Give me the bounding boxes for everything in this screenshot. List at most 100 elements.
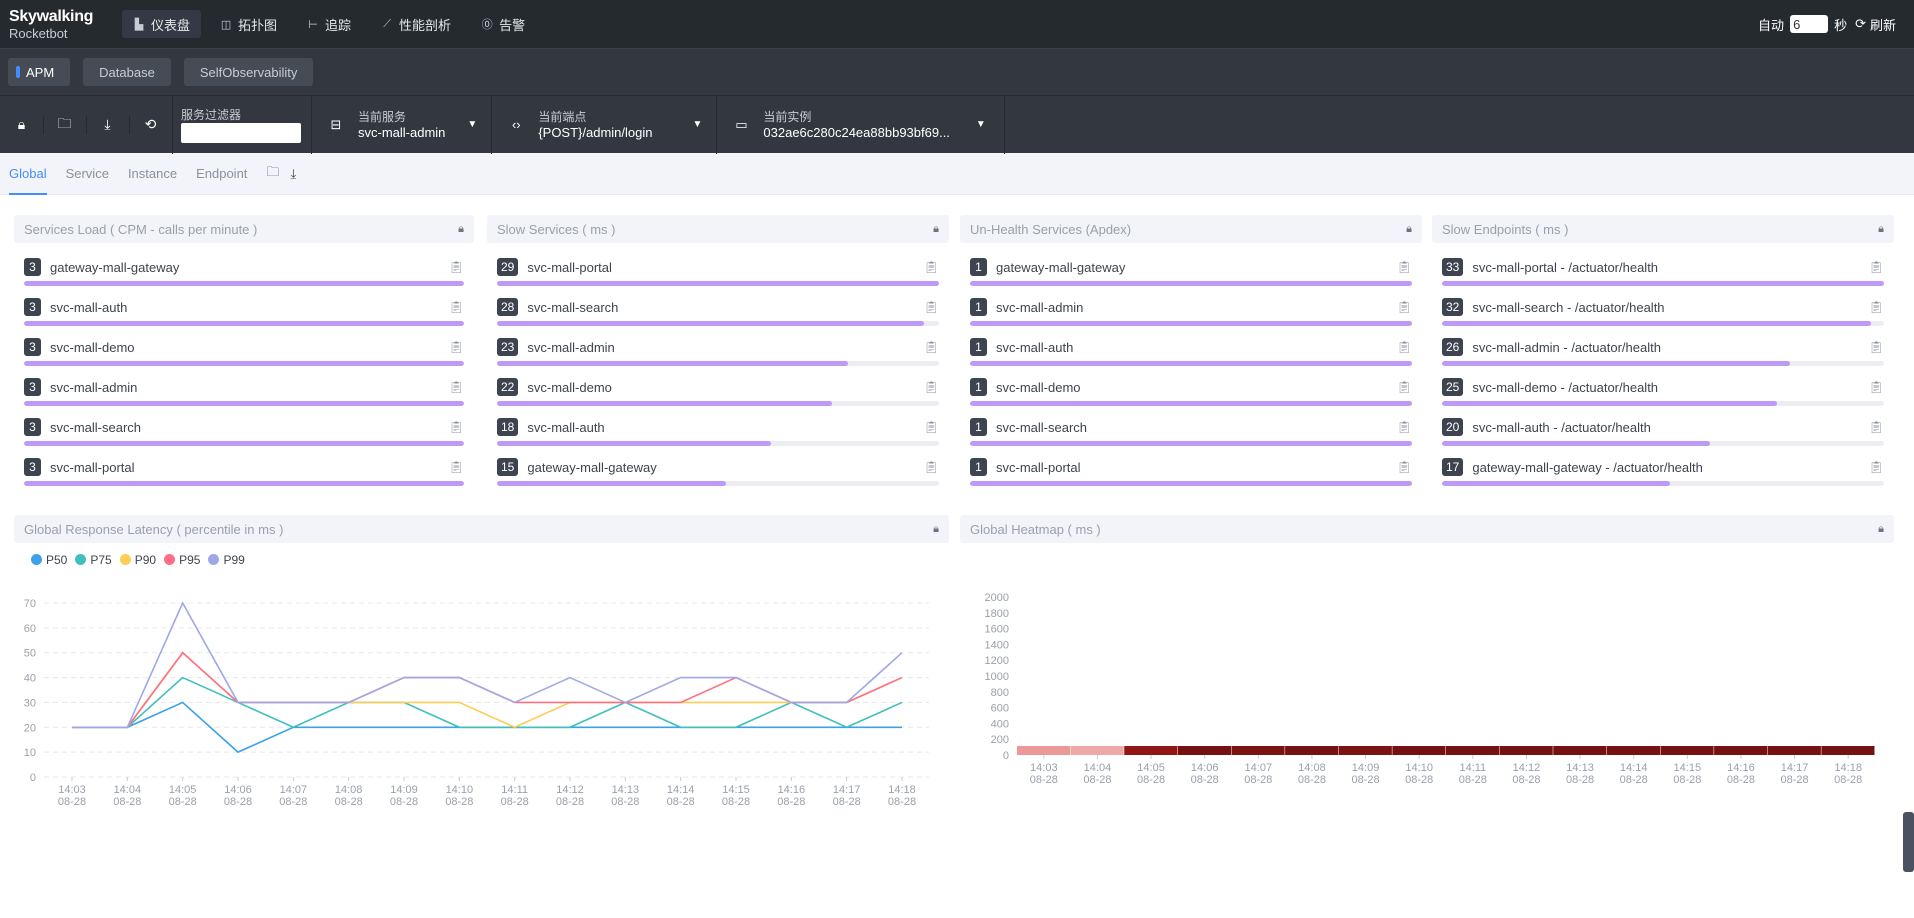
lock-icon[interactable]: 🔒︎ (1878, 523, 1884, 536)
clipboard-icon[interactable]: 📋︎ (449, 380, 464, 394)
clipboard-icon[interactable]: 📋︎ (449, 460, 464, 474)
list-item[interactable]: 1 gateway-mall-gateway 📋︎ (960, 249, 1422, 289)
list-item[interactable]: 3 svc-mall-demo 📋︎ (14, 329, 474, 369)
list-item[interactable]: 33 svc-mall-portal - /actuator/health 📋︎ (1432, 249, 1894, 289)
nav-item-3[interactable]: ⟋ 性能剖析 (370, 10, 462, 38)
folder-icon[interactable]: 🗀 (266, 163, 279, 185)
clipboard-icon[interactable]: 📋︎ (449, 260, 464, 274)
heatmap-cell[interactable] (1285, 746, 1339, 755)
clipboard-icon[interactable]: 📋︎ (924, 460, 939, 474)
clipboard-icon[interactable]: 📋︎ (1397, 260, 1412, 274)
nav-item-2[interactable]: ⊢ 追踪 (296, 10, 362, 38)
heatmap-cell[interactable] (1017, 746, 1071, 755)
list-item[interactable]: 23 svc-mall-admin 📋︎ (487, 329, 949, 369)
endpoint-selector[interactable]: ‹› 当前端点 {POST}/admin/login ▼ (491, 95, 716, 154)
clipboard-icon[interactable]: 📋︎ (924, 340, 939, 354)
refresh-interval-input[interactable] (1790, 15, 1829, 33)
list-item[interactable]: 28 svc-mall-search 📋︎ (487, 289, 949, 329)
list-item[interactable]: 20 svc-mall-auth - /actuator/health 📋︎ (1432, 409, 1894, 449)
legend-item[interactable]: P90 (119, 553, 156, 567)
refresh-button[interactable]: ⟳ 刷新 (1855, 15, 1896, 34)
export-button[interactable]: ⤓ (86, 96, 129, 154)
list-item[interactable]: 18 svc-mall-auth 📋︎ (487, 409, 949, 449)
lock-icon[interactable]: 🔒︎ (933, 523, 939, 536)
legend-item[interactable]: P99 (208, 553, 245, 567)
lock-icon[interactable]: 🔒︎ (933, 223, 939, 236)
clipboard-icon[interactable]: 📋︎ (1869, 460, 1884, 474)
clipboard-icon[interactable]: 📋︎ (1397, 340, 1412, 354)
dashboard-tab-selfobservability[interactable]: SelfObservability (183, 58, 314, 86)
lock-button[interactable]: 🔒︎ (0, 96, 43, 154)
heatmap-cell[interactable] (1821, 746, 1875, 755)
heatmap-cell[interactable] (1553, 746, 1607, 755)
list-item[interactable]: 15 gateway-mall-gateway 📋︎ (487, 449, 949, 489)
lock-icon[interactable]: 🔒︎ (458, 223, 464, 236)
list-item[interactable]: 1 svc-mall-search 📋︎ (960, 409, 1422, 449)
list-item[interactable]: 3 svc-mall-auth 📋︎ (14, 289, 474, 329)
clipboard-icon[interactable]: 📋︎ (1869, 420, 1884, 434)
tab-instance[interactable]: Instance (128, 153, 177, 195)
reload-button[interactable]: ⟲ (129, 96, 172, 154)
instance-selector[interactable]: ▭ 当前实例 032ae6c280c24ea88bb93bf69... ▼ (716, 95, 1005, 154)
lock-icon[interactable]: 🔒︎ (1878, 223, 1884, 236)
clipboard-icon[interactable]: 📋︎ (449, 340, 464, 354)
list-item[interactable]: 22 svc-mall-demo 📋︎ (487, 369, 949, 409)
clipboard-icon[interactable]: 📋︎ (924, 420, 939, 434)
list-item[interactable]: 29 svc-mall-portal 📋︎ (487, 249, 949, 289)
heatmap-cell[interactable] (1714, 746, 1768, 755)
list-item[interactable]: 3 svc-mall-admin 📋︎ (14, 369, 474, 409)
clipboard-icon[interactable]: 📋︎ (1869, 300, 1884, 314)
dashboard-tab-apm[interactable]: APM (8, 58, 71, 86)
tab-endpoint[interactable]: Endpoint (196, 153, 247, 195)
list-item[interactable]: 3 gateway-mall-gateway 📋︎ (14, 249, 474, 289)
clipboard-icon[interactable]: 📋︎ (1397, 300, 1412, 314)
list-item[interactable]: 25 svc-mall-demo - /actuator/health 📋︎ (1432, 369, 1894, 409)
list-item[interactable]: 17 gateway-mall-gateway - /actuator/heal… (1432, 449, 1894, 489)
clipboard-icon[interactable]: 📋︎ (1869, 340, 1884, 354)
list-item[interactable]: 1 svc-mall-portal 📋︎ (960, 449, 1422, 489)
list-item[interactable]: 26 svc-mall-admin - /actuator/health 📋︎ (1432, 329, 1894, 369)
nav-item-1[interactable]: ◫ 拓扑图 (209, 10, 288, 38)
heatmap-cell[interactable] (1177, 746, 1231, 755)
heatmap-cell[interactable] (1446, 746, 1500, 755)
list-item[interactable]: 3 svc-mall-portal 📋︎ (14, 449, 474, 489)
nav-item-0[interactable]: ▙ 仪表盘 (122, 10, 202, 38)
heatmap-cell[interactable] (1124, 746, 1178, 755)
clipboard-icon[interactable]: 📋︎ (1397, 420, 1412, 434)
legend-item[interactable]: P50 (31, 553, 67, 567)
clipboard-icon[interactable]: 📋︎ (449, 420, 464, 434)
lock-icon[interactable]: 🔒︎ (1406, 223, 1412, 236)
heatmap-cell[interactable] (1338, 746, 1392, 755)
dashboard-tab-database[interactable]: Database (83, 58, 171, 86)
clipboard-icon[interactable]: 📋︎ (924, 260, 939, 274)
list-item[interactable]: 1 svc-mall-admin 📋︎ (960, 289, 1422, 329)
list-item[interactable]: 1 svc-mall-demo 📋︎ (960, 369, 1422, 409)
heatmap-cell[interactable] (1767, 746, 1821, 755)
list-item[interactable]: 1 svc-mall-auth 📋︎ (960, 329, 1422, 369)
legend-item[interactable]: P75 (75, 553, 112, 567)
clipboard-icon[interactable]: 📋︎ (1397, 380, 1412, 394)
service-filter-input[interactable] (181, 123, 301, 143)
nav-item-4[interactable]: ⓪ 告警 (470, 10, 536, 38)
clipboard-icon[interactable]: 📋︎ (924, 380, 939, 394)
import-button[interactable]: 🗀 (43, 96, 86, 154)
download-icon[interactable]: ⤓ (290, 166, 296, 182)
heatmap-cell[interactable] (1499, 746, 1553, 755)
list-item[interactable]: 3 svc-mall-auth - /actuator/info 📋︎ (1432, 489, 1894, 495)
legend-item[interactable]: P95 (164, 553, 200, 567)
clipboard-icon[interactable]: 📋︎ (924, 300, 939, 314)
clipboard-icon[interactable]: 📋︎ (1397, 460, 1412, 474)
heatmap-cell[interactable] (1070, 746, 1124, 755)
clipboard-icon[interactable]: 📋︎ (449, 300, 464, 314)
list-item[interactable]: 32 svc-mall-search - /actuator/health 📋︎ (1432, 289, 1894, 329)
list-item[interactable]: 3 svc-mall-search 📋︎ (14, 409, 474, 449)
tab-global[interactable]: Global (9, 153, 47, 195)
heatmap-cell[interactable] (1606, 746, 1660, 755)
clipboard-icon[interactable]: 📋︎ (1869, 260, 1884, 274)
tab-service[interactable]: Service (66, 153, 109, 195)
heatmap-cell[interactable] (1231, 746, 1285, 755)
clipboard-icon[interactable]: 📋︎ (1869, 380, 1884, 394)
side-scroll-widget[interactable] (1903, 812, 1914, 872)
heatmap-cell[interactable] (1660, 746, 1714, 755)
service-selector[interactable]: ⊟ 当前服务 svc-mall-admin ▼ (311, 95, 491, 154)
